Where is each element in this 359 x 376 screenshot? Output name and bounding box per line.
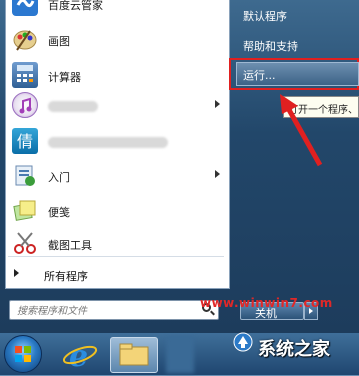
blurred-label [48,101,98,112]
itunes-icon [12,92,38,118]
taskbar-app-icon[interactable] [166,337,194,373]
baidu-cloud-icon [12,0,38,16]
menu-item-itunes[interactable] [10,88,226,124]
help-support-link[interactable]: 帮助和支持 [243,38,298,54]
watermark-logo-icon [233,332,253,352]
play-arrow-icon [14,269,19,277]
all-programs-label: 所有程序 [44,270,88,283]
menu-item-label: 截图工具 [48,239,92,252]
svg-text:倩: 倩 [17,132,33,151]
menu-item-label: 便笺 [48,206,70,219]
file-explorer-icon[interactable] [110,337,158,373]
search-box[interactable] [9,300,219,320]
menu-item-label: 画图 [48,35,70,48]
internet-explorer-icon[interactable]: e [60,337,100,374]
menu-item-paint[interactable]: 画图 [10,22,226,58]
submenu-arrow-icon[interactable] [215,170,220,178]
menu-item-getting-started[interactable]: 入门 [10,158,226,194]
watermark-brand: 系统之家 [258,339,330,360]
getting-started-icon [12,162,38,188]
qq-app-icon: 倩 [12,128,38,154]
start-menu-programs-panel: 百度云管家 画图 计算器 倩 入门 便笺 截图工具 [5,0,230,289]
submenu-arrow-icon[interactable] [215,100,220,108]
menu-item-qq[interactable]: 倩 [10,124,226,160]
menu-item-label: 入门 [48,171,70,184]
calculator-icon [12,62,38,88]
all-programs-button[interactable]: 所有程序 [8,264,224,286]
search-input[interactable] [15,302,199,320]
paint-icon [12,26,38,52]
default-programs-link[interactable]: 默认程序 [243,8,287,24]
watermark-url: www.winwin7.com [200,296,333,310]
run-menu-item[interactable]: 运行... [236,62,359,86]
red-arrow-icon [280,94,323,167]
menu-item-sticky-notes[interactable]: 便笺 [10,193,226,229]
menu-item-label: 计算器 [48,71,81,84]
snipping-tool-icon [12,230,38,256]
sticky-notes-icon [12,197,38,223]
start-orb-windows-icon[interactable] [4,335,42,373]
menu-item-label: 百度云管家 [48,0,103,12]
menu-item-baidu-cloud[interactable]: 百度云管家 [10,0,226,22]
menu-divider [8,256,224,257]
svg-text:e: e [69,339,88,373]
blurred-label [48,137,168,148]
run-label: 运行... [243,69,276,82]
